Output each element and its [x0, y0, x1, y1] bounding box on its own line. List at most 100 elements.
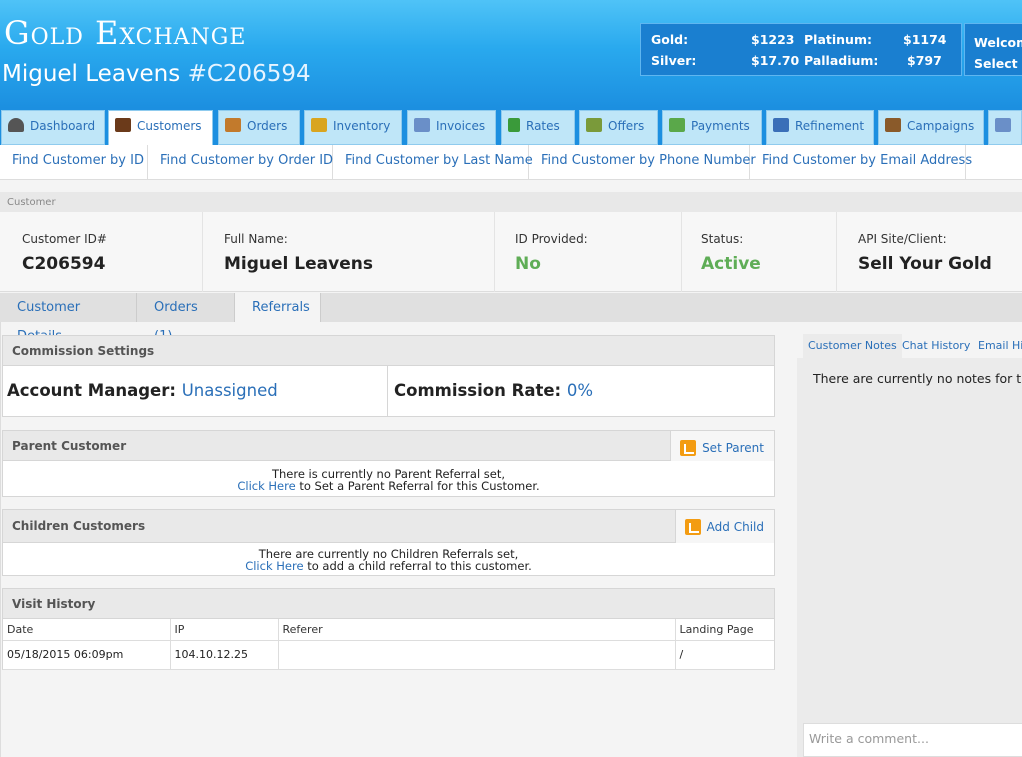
customers-icon	[115, 118, 131, 132]
customer-name-heading: Miguel Leavens	[2, 61, 181, 87]
nav-tab-refinement[interactable]: Refinement	[766, 110, 874, 145]
nav-tab-payments[interactable]: Payments	[662, 110, 762, 145]
parent-customer-title: Parent Customer	[12, 439, 127, 453]
invoices-icon	[414, 118, 430, 132]
gold-label: Gold:	[651, 32, 689, 47]
children-empty-cta: Click Here to add a child referral to th…	[245, 559, 532, 573]
col-ip: IP	[170, 619, 279, 641]
find-by-email-link[interactable]: Find Customer by Email Address	[750, 145, 972, 180]
set-parent-link[interactable]: Click Here	[237, 479, 295, 493]
account-manager-label: Account Manager:	[7, 381, 176, 400]
col-referer: Referer	[278, 619, 676, 641]
palladium-price: $797	[907, 53, 942, 68]
id-provided-label: ID Provided:	[515, 232, 588, 246]
campaigns-icon	[885, 118, 901, 132]
status-cell: Status: Active	[682, 212, 837, 292]
full-name-cell: Full Name: Miguel Leavens	[203, 212, 495, 292]
status-label: Status:	[701, 232, 744, 246]
customer-search-nav: Find Customer by ID Find Customer by Ord…	[0, 145, 1022, 180]
welcome-text: Welcome	[974, 35, 1022, 50]
visit-history-table: Date IP Referer Landing Page 05/18/2015 …	[3, 619, 774, 669]
id-provided-value: No	[515, 254, 541, 274]
nav-tab-orders[interactable]: Orders	[218, 110, 300, 145]
commission-row: Account Manager: Unassigned Commission R…	[3, 366, 774, 416]
app-logo[interactable]: Gold Exchange	[4, 14, 246, 52]
nav-tab-invoices[interactable]: Invoices	[407, 110, 496, 145]
children-customers-panel: Children Customers Add Child There are c…	[2, 509, 775, 576]
tab-email-history[interactable]: Email His	[973, 334, 1022, 358]
nav-tab-more[interactable]	[988, 110, 1022, 145]
nav-tab-offers[interactable]: Offers	[579, 110, 658, 145]
payments-icon	[669, 118, 685, 132]
nav-tab-dashboard[interactable]: Dashboard	[1, 110, 105, 145]
gold-price: $1223	[751, 32, 795, 47]
set-parent-icon	[680, 440, 697, 456]
customer-subtabs: Customer Details Orders (1) Referrals	[0, 293, 1022, 344]
inventory-icon	[311, 118, 327, 132]
visit-history-panel: Visit History Date IP Referer Landing Pa…	[2, 588, 775, 670]
status-badge: Active	[701, 254, 761, 274]
find-by-id-link[interactable]: Find Customer by ID	[0, 145, 148, 180]
notes-panel: Customer Notes Chat History Email His Th…	[797, 334, 1022, 757]
notes-tabs: Customer Notes Chat History Email His	[797, 334, 1022, 358]
visit-date: 05/18/2015 06:09pm	[3, 640, 171, 669]
reports-icon	[995, 118, 1011, 132]
full-name-label: Full Name:	[224, 232, 288, 246]
silver-price: $17.70	[751, 53, 800, 68]
welcome-box: Welcome Select A	[964, 23, 1022, 76]
children-empty-message: There are currently no Children Referral…	[3, 543, 774, 572]
palladium-label: Palladium:	[804, 53, 879, 68]
id-provided-cell: ID Provided: No	[495, 212, 682, 292]
add-child-link[interactable]: Click Here	[245, 559, 303, 573]
set-parent-button[interactable]: Set Parent	[670, 431, 774, 461]
tab-customer-details[interactable]: Customer Details	[0, 293, 137, 344]
commission-rate-label: Commission Rate:	[394, 381, 562, 400]
nav-tab-campaigns[interactable]: Campaigns	[878, 110, 984, 145]
platinum-label: Platinum:	[804, 32, 872, 47]
account-manager-cell: Account Manager: Unassigned	[3, 366, 388, 416]
nav-tab-inventory[interactable]: Inventory	[304, 110, 402, 145]
app-header: Gold Exchange Miguel Leavens #C206594 Go…	[0, 0, 1022, 108]
refinement-icon	[773, 118, 789, 132]
dashboard-icon	[8, 118, 24, 132]
commission-settings-title: Commission Settings	[3, 336, 774, 366]
commission-rate-value[interactable]: 0%	[567, 381, 593, 400]
children-customers-header: Children Customers Add Child	[3, 510, 774, 543]
commission-rate-cell: Commission Rate: 0%	[389, 366, 774, 416]
visit-landing-page: /	[679, 648, 684, 662]
find-by-phone-link[interactable]: Find Customer by Phone Number	[529, 145, 756, 180]
parent-customer-panel: Parent Customer Set Parent There is curr…	[2, 430, 775, 497]
customer-id-heading: #C206594	[187, 61, 311, 87]
comment-input[interactable]: Write a comment...	[803, 723, 1022, 757]
customer-summary: Customer ID# C206594 Full Name: Miguel L…	[0, 212, 1022, 292]
tab-chat-history[interactable]: Chat History	[897, 334, 975, 358]
visit-referer	[278, 640, 676, 669]
customer-id-label: Customer ID#	[22, 232, 107, 246]
nav-tab-customers[interactable]: Customers	[108, 110, 213, 146]
customer-id-cell: Customer ID# C206594	[0, 212, 203, 292]
tab-orders[interactable]: Orders (1)	[137, 293, 235, 344]
select-account-link[interactable]: Select A	[974, 53, 1022, 74]
rates-icon	[508, 118, 520, 132]
tab-customer-notes[interactable]: Customer Notes	[803, 334, 902, 358]
parent-empty-message: There is currently no Parent Referral se…	[3, 461, 774, 492]
visit-history-title: Visit History	[3, 589, 774, 619]
add-child-button[interactable]: Add Child	[674, 510, 774, 543]
silver-label: Silver:	[651, 53, 697, 68]
find-by-order-id-link[interactable]: Find Customer by Order ID	[148, 145, 333, 180]
offers-icon	[586, 118, 602, 132]
orders-icon	[225, 118, 241, 132]
tab-referrals[interactable]: Referrals	[234, 293, 321, 322]
page-title: Miguel Leavens #C206594	[2, 61, 311, 87]
api-site-label: API Site/Client:	[858, 232, 947, 246]
metal-prices-box: Gold: $1223 Platinum: $1174 Silver: $17.…	[640, 23, 962, 76]
col-landing-page: Landing Page	[675, 619, 774, 641]
add-child-icon	[684, 519, 701, 535]
children-customers-title: Children Customers	[12, 519, 146, 533]
visit-ip: 104.10.12.25	[170, 640, 279, 669]
left-border	[0, 322, 1, 757]
find-by-last-name-link[interactable]: Find Customer by Last Name	[333, 145, 533, 180]
nav-tab-rates[interactable]: Rates	[501, 110, 575, 145]
account-manager-value[interactable]: Unassigned	[182, 381, 278, 400]
api-site-cell: API Site/Client: Sell Your Gold	[837, 212, 1022, 292]
